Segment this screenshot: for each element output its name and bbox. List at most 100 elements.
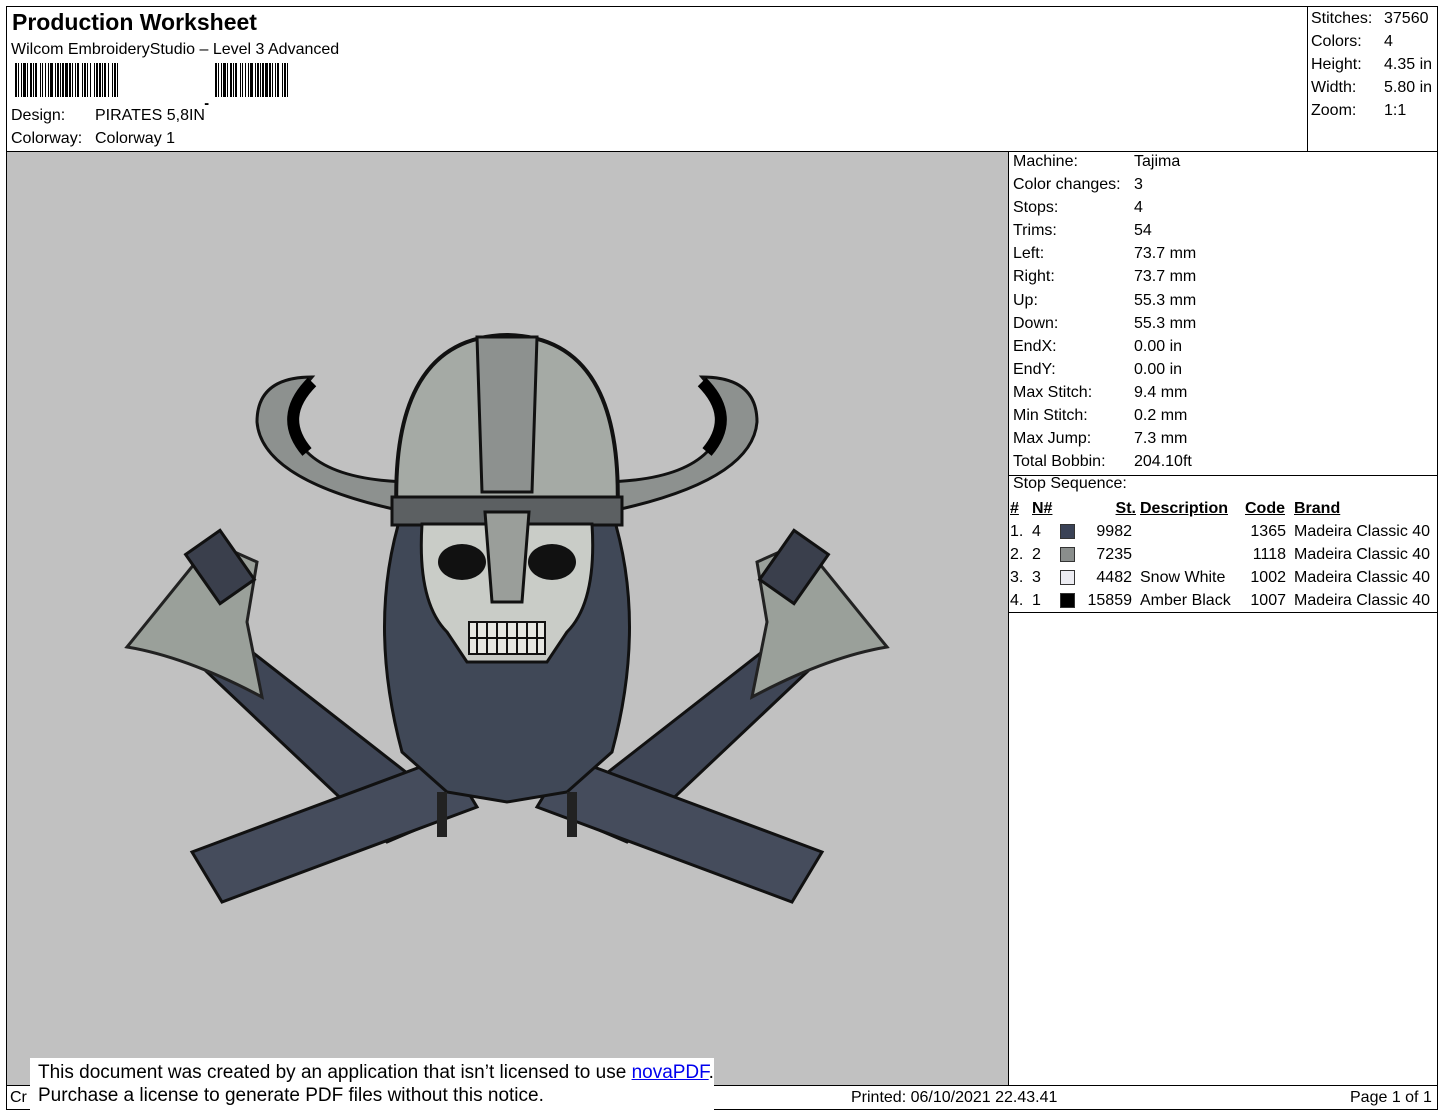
colorway-value: Colorway 1 xyxy=(95,130,176,147)
col-st: St. xyxy=(1115,500,1136,517)
info-row: Trims: 54 xyxy=(1013,219,1196,242)
info-row: Max Stitch: 9.4 mm xyxy=(1013,381,1196,404)
table-row: 2. 2 7235 1118 Madeira Classic 40 xyxy=(1010,543,1430,566)
info-value: 3 xyxy=(1134,176,1143,194)
row-n: 3 xyxy=(1032,569,1041,586)
info-row: EndY: 0.00 in xyxy=(1013,358,1196,381)
barcode: , xyxy=(15,63,288,105)
table-row: 3. 3 4482 Snow White 1002 Madeira Classi… xyxy=(1010,566,1430,589)
page-title: Production Worksheet xyxy=(12,9,257,35)
col-n: N# xyxy=(1032,500,1053,517)
info-row: Right: 73.7 mm xyxy=(1013,265,1196,288)
barcode-text: , xyxy=(203,83,210,105)
info-value: 4 xyxy=(1134,199,1143,217)
row-code: 1007 xyxy=(1250,592,1286,609)
stat-label: Height: xyxy=(1311,56,1362,73)
row-n: 4 xyxy=(1032,523,1041,540)
helmet-crest xyxy=(475,335,539,494)
stop-sequence-title: Stop Sequence: xyxy=(1013,475,1127,492)
col-code: Code xyxy=(1245,500,1285,517)
info-value: 9.4 mm xyxy=(1134,383,1188,401)
design-value: PIRATES 5,8IN xyxy=(95,107,205,124)
row-st: 9982 xyxy=(1096,523,1132,540)
stat-label: Colors: xyxy=(1311,33,1362,50)
info-label: Up: xyxy=(1013,291,1038,309)
stat-value: 37560 xyxy=(1384,10,1429,27)
row-code: 1002 xyxy=(1250,569,1286,586)
software-name: Wilcom EmbroideryStudio – Level 3 Advanc… xyxy=(11,41,340,58)
info-label: Total Bobbin: xyxy=(1013,453,1106,471)
info-label: Max Jump: xyxy=(1013,430,1092,448)
info-value: 0.2 mm xyxy=(1134,407,1188,425)
left-eye xyxy=(438,544,486,580)
col-description: Description xyxy=(1140,500,1229,517)
info-value: 73.7 mm xyxy=(1134,268,1197,286)
info-row: Total Bobbin: 204.10ft xyxy=(1013,450,1196,473)
stat-height: Height: 4.35 in xyxy=(1311,53,1432,76)
row-st: 7235 xyxy=(1096,546,1132,563)
info-value: 54 xyxy=(1134,222,1152,240)
stat-value: 4.35 in xyxy=(1384,56,1433,73)
design-row: Design: PIRATES 5,8IN xyxy=(11,107,205,125)
info-row: Stops: 4 xyxy=(1013,196,1196,219)
info-value: 73.7 mm xyxy=(1134,245,1197,263)
info-value: 0.00 in xyxy=(1134,360,1183,378)
header: Production Worksheet Wilcom EmbroiderySt… xyxy=(7,7,1307,151)
table-separator xyxy=(1008,612,1438,613)
stat-label: Stitches: xyxy=(1311,10,1373,27)
braid-2 xyxy=(567,792,577,837)
page-number: Page 1 of 1 xyxy=(1350,1089,1432,1106)
footer-left-text: Cr xyxy=(10,1089,27,1106)
license-notice: This document was created by an applicat… xyxy=(30,1058,714,1113)
col-swatch xyxy=(1060,497,1082,520)
row-description: Snow White xyxy=(1140,569,1226,586)
stat-colors: Colors: 4 xyxy=(1311,30,1432,53)
stat-width: Width: 5.80 in xyxy=(1311,76,1432,99)
info-value: 55.3 mm xyxy=(1134,291,1197,309)
row-num: 4. xyxy=(1010,592,1024,609)
info-label: Color changes: xyxy=(1013,176,1121,194)
stat-value: 4 xyxy=(1384,33,1393,50)
info-row: Up: 55.3 mm xyxy=(1013,289,1196,312)
stat-value: 1:1 xyxy=(1384,102,1407,119)
colorway-row: Colorway: Colorway 1 xyxy=(11,130,175,148)
stat-label: Width: xyxy=(1311,79,1357,96)
color-swatch xyxy=(1060,566,1082,589)
row-description: Amber Black xyxy=(1140,592,1231,609)
info-row: Min Stitch: 0.2 mm xyxy=(1013,404,1196,427)
colorway-label: Colorway: xyxy=(11,130,83,147)
info-value: 55.3 mm xyxy=(1134,314,1197,332)
stop-table-header: # N# St. Description Code Brand xyxy=(1010,497,1430,520)
design-label: Design: xyxy=(11,107,66,124)
row-description xyxy=(1140,543,1245,566)
info-label: Left: xyxy=(1013,245,1045,263)
stat-stitches: Stitches: 37560 xyxy=(1311,7,1432,30)
row-st: 4482 xyxy=(1096,569,1132,586)
header-divider xyxy=(1307,6,1308,151)
novapdf-link[interactable]: novaPDF xyxy=(632,1062,709,1083)
row-brand: Madeira Classic 40 xyxy=(1294,592,1431,609)
row-brand: Madeira Classic 40 xyxy=(1294,523,1431,540)
col-num: # xyxy=(1010,500,1019,517)
notice-line-2: Purchase a license to generate PDF files… xyxy=(38,1085,544,1106)
color-swatch xyxy=(1060,520,1082,543)
row-brand: Madeira Classic 40 xyxy=(1294,546,1431,563)
panel-divider xyxy=(1008,151,1009,1086)
design-preview xyxy=(7,152,1008,1085)
info-row: Color changes: 3 xyxy=(1013,173,1196,196)
row-num: 3. xyxy=(1010,569,1024,586)
row-brand: Madeira Classic 40 xyxy=(1294,569,1431,586)
info-label: Stops: xyxy=(1013,199,1059,217)
info-row: Machine: Tajima xyxy=(1013,150,1196,173)
nose-guard xyxy=(483,510,531,604)
row-st: 15859 xyxy=(1087,592,1133,609)
row-description xyxy=(1140,520,1245,543)
stat-label: Zoom: xyxy=(1311,102,1357,119)
info-label: Down: xyxy=(1013,314,1059,332)
printed-date: Printed: 06/10/2021 22.43.41 xyxy=(851,1089,1058,1106)
info-label: EndY: xyxy=(1013,360,1056,378)
stat-value: 5.80 in xyxy=(1384,79,1433,96)
row-code: 1365 xyxy=(1250,523,1286,540)
row-n: 1 xyxy=(1032,592,1041,609)
info-value: 204.10ft xyxy=(1134,453,1192,471)
